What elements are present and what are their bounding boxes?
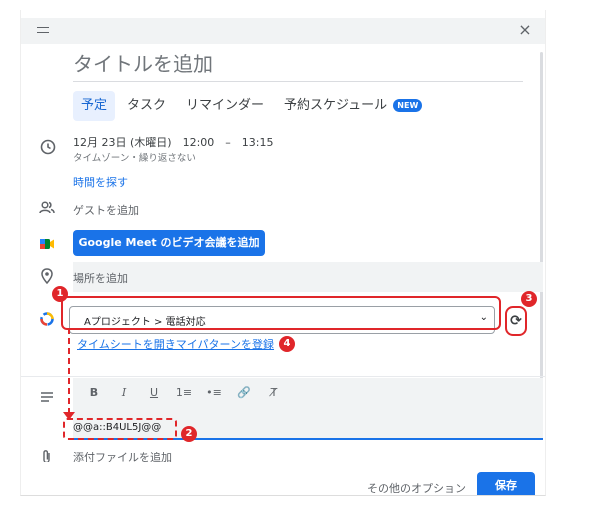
timezone-repeat[interactable]: タイムゾーン・繰り返さない <box>73 150 196 164</box>
attachment-link[interactable]: 添付ファイルを追加 <box>73 452 172 462</box>
tab-task[interactable]: タスク <box>119 91 174 121</box>
new-badge: NEW <box>393 99 423 112</box>
bulleted-list-icon[interactable]: •≡ <box>203 386 225 399</box>
people-icon <box>39 201 55 214</box>
clock-icon <box>40 139 56 155</box>
drag-handle-icon[interactable] <box>37 23 49 37</box>
google-meet-icon <box>40 239 54 249</box>
dialog-footer: その他のオプション 保存 <box>21 462 545 495</box>
annotation-2: 2 <box>181 426 197 442</box>
tab-appointment-label: 予約スケジュール <box>284 98 388 113</box>
save-button[interactable]: 保存 <box>477 472 535 495</box>
numbered-list-icon[interactable]: 1≡ <box>173 386 195 399</box>
annotation-3: 3 <box>521 291 537 307</box>
underline-button[interactable]: U <box>143 386 165 399</box>
annotation-4: 4 <box>279 336 295 352</box>
description-icon <box>41 392 53 402</box>
more-options-button[interactable]: その他のオプション <box>367 480 466 495</box>
annotation-1: 1 <box>52 286 68 302</box>
find-time-link[interactable]: 時間を探す <box>73 174 128 190</box>
annotation-box-2 <box>63 418 177 440</box>
page: × タイトルを追加 予定 タスク リマインダー 予約スケジュール NEW 12月… <box>0 0 606 527</box>
italic-button[interactable]: I <box>113 386 135 399</box>
timesheet-addon-icon <box>40 312 54 326</box>
link-icon[interactable]: 🔗 <box>233 386 255 399</box>
clear-format-icon[interactable]: T̸ <box>263 386 285 399</box>
guests-input[interactable]: ゲストを追加 <box>73 202 139 218</box>
annotation-arrowhead <box>63 412 75 420</box>
scrollbar[interactable] <box>540 52 543 402</box>
event-type-tabs: 予定 タスク リマインダー 予約スケジュール NEW <box>73 90 434 122</box>
timesheet-link[interactable]: タイムシートを開きマイパターンを登録 <box>77 336 274 352</box>
bold-button[interactable]: B <box>83 386 105 399</box>
event-dialog: × タイトルを追加 予定 タスク リマインダー 予約スケジュール NEW 12月… <box>20 10 546 496</box>
dialog-topbar: × <box>21 18 545 44</box>
close-button[interactable]: × <box>515 20 535 40</box>
annotation-box-1 <box>61 296 501 330</box>
add-meet-button[interactable]: Google Meet のビデオ会議を追加 <box>73 230 265 256</box>
annotation-arrow <box>68 328 70 414</box>
format-toolbar: B I U 1≡ •≡ 🔗 T̸ <box>83 386 293 399</box>
title-input[interactable]: タイトルを追加 <box>73 48 523 82</box>
tab-reminder[interactable]: リマインダー <box>178 91 272 121</box>
cropped-text-top <box>20 0 350 8</box>
location-pin-icon <box>41 268 53 285</box>
tab-appointment[interactable]: 予約スケジュール NEW <box>276 91 430 121</box>
location-input[interactable]: 場所を追加 <box>73 262 543 292</box>
tab-event[interactable]: 予定 <box>73 91 116 121</box>
refresh-icon[interactable]: ⟳ <box>508 313 524 329</box>
location-placeholder: 場所を追加 <box>73 272 128 285</box>
divider <box>21 376 545 377</box>
event-datetime[interactable]: 12月 23日 (木曜日) 12:00 – 13:15 <box>73 134 273 150</box>
